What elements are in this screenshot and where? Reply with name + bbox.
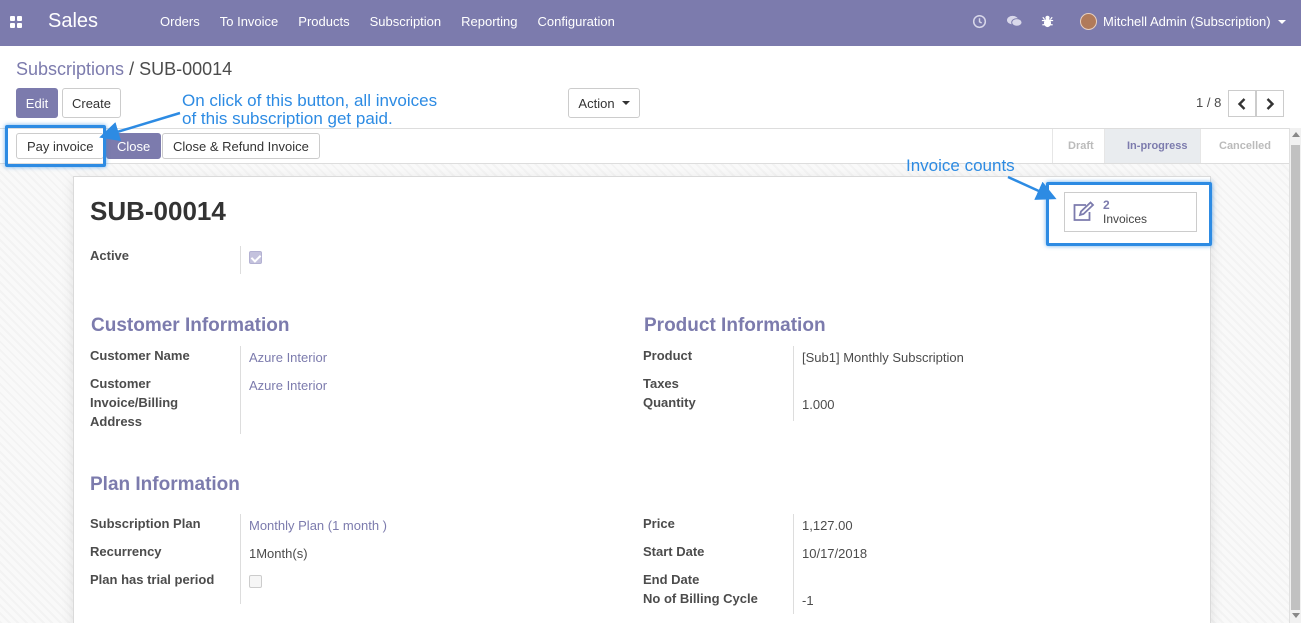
taxes-label: Taxes bbox=[643, 376, 679, 391]
breadcrumb: Subscriptions / SUB-00014 bbox=[16, 59, 232, 80]
messaging-chat-icon[interactable] bbox=[1006, 14, 1023, 31]
user-avatar bbox=[1080, 13, 1097, 30]
breadcrumb-subscriptions[interactable]: Subscriptions bbox=[16, 59, 124, 79]
customer-info-heading: Customer Information bbox=[91, 315, 290, 336]
menu-reporting[interactable]: Reporting bbox=[451, 14, 527, 29]
start-date-label: Start Date bbox=[643, 544, 705, 559]
price-label: Price bbox=[643, 516, 675, 531]
breadcrumb-current: SUB-00014 bbox=[139, 59, 233, 79]
annotation-line: of this subscription get paid. bbox=[182, 109, 393, 128]
action-label: Action bbox=[578, 95, 615, 111]
menu-products[interactable]: Products bbox=[288, 14, 359, 29]
subscription-plan-value[interactable]: Monthly Plan (1 month ) bbox=[249, 516, 387, 535]
trial-period-label: Plan has trial period bbox=[90, 572, 215, 587]
pay-invoice-annotation: On click of this button, all invoices of… bbox=[182, 92, 437, 128]
invoice-count-annotation: Invoice counts bbox=[906, 156, 1015, 175]
start-date-value: 10/17/2018 bbox=[802, 546, 868, 561]
menu-configuration[interactable]: Configuration bbox=[528, 14, 625, 29]
chevron-left-icon bbox=[1237, 97, 1246, 110]
product-value: [Sub1] Monthly Subscription bbox=[802, 350, 964, 365]
annotation-line: On click of this button, all invoices bbox=[182, 91, 438, 110]
active-checkbox[interactable] bbox=[249, 251, 262, 264]
edit-button[interactable]: Edit bbox=[16, 88, 58, 118]
active-label: Active bbox=[90, 248, 130, 263]
form-sheet bbox=[73, 176, 1211, 623]
scroll-down-arrow-icon[interactable] bbox=[1292, 613, 1300, 618]
billing-cycle-value: -1 bbox=[802, 593, 814, 608]
stage-draft[interactable]: Draft bbox=[1052, 129, 1104, 163]
record-title: SUB-00014 bbox=[90, 196, 226, 226]
app-name: Sales bbox=[48, 10, 99, 32]
field-divider bbox=[793, 346, 794, 421]
billing-address-value[interactable]: Azure Interior bbox=[249, 376, 327, 395]
plan-info-heading: Plan Information bbox=[90, 474, 240, 495]
billing-cycle-label: No of Billing Cycle bbox=[643, 591, 758, 606]
pager-value[interactable]: 1 / 8 bbox=[1196, 95, 1221, 110]
user-menu[interactable]: Mitchell Admin (Subscription) bbox=[1080, 13, 1286, 30]
quantity-value: 1.000 bbox=[802, 397, 835, 412]
menu-to-invoice[interactable]: To Invoice bbox=[210, 14, 289, 29]
menu-orders[interactable]: Orders bbox=[150, 14, 210, 29]
field-divider bbox=[240, 346, 241, 434]
scroll-up-arrow-icon[interactable] bbox=[1292, 132, 1300, 137]
billing-address-label-line: Customer bbox=[90, 376, 151, 391]
breadcrumb-separator: / bbox=[129, 59, 135, 79]
create-button[interactable]: Create bbox=[62, 88, 121, 118]
recurrency-label: Recurrency bbox=[90, 544, 162, 559]
user-name: Mitchell Admin (Subscription) bbox=[1103, 14, 1271, 29]
customer-name-value[interactable]: Azure Interior bbox=[249, 348, 327, 367]
stage-pipeline: Draft In-progress Cancelled bbox=[1052, 129, 1289, 163]
trial-period-checkbox[interactable] bbox=[249, 575, 262, 588]
customer-name-label: Customer Name bbox=[90, 348, 190, 363]
pager-previous-button[interactable] bbox=[1228, 90, 1256, 117]
close-refund-invoice-button[interactable]: Close & Refund Invoice bbox=[162, 133, 320, 159]
top-navbar: Sales Orders To Invoice Products Subscri… bbox=[0, 0, 1301, 46]
price-value: 1,127.00 bbox=[802, 518, 853, 533]
action-dropdown[interactable]: Action bbox=[568, 88, 640, 118]
product-label: Product bbox=[643, 348, 693, 363]
end-date-label: End Date bbox=[643, 572, 700, 587]
stage-cancelled[interactable]: Cancelled bbox=[1200, 129, 1289, 163]
quantity-label: Quantity bbox=[643, 395, 696, 410]
billing-address-label-line: Address bbox=[90, 414, 143, 429]
field-divider bbox=[240, 514, 241, 604]
scrollbar-thumb[interactable] bbox=[1291, 145, 1300, 610]
field-divider bbox=[240, 246, 241, 274]
action-caret-icon bbox=[621, 101, 630, 105]
debug-bug-icon[interactable] bbox=[1040, 14, 1057, 31]
pager-next-button[interactable] bbox=[1256, 90, 1284, 117]
recurrency-value: 1Month(s) bbox=[249, 546, 308, 561]
menu-subscription[interactable]: Subscription bbox=[360, 14, 452, 29]
billing-address-label-line: Invoice/Billing bbox=[90, 395, 179, 410]
apps-menu-icon[interactable] bbox=[10, 16, 24, 30]
close-button[interactable]: Close bbox=[106, 133, 162, 159]
activity-clock-icon[interactable] bbox=[972, 14, 989, 31]
chevron-right-icon bbox=[1266, 97, 1275, 110]
invoices-highlight bbox=[1046, 182, 1212, 246]
main-menu: Orders To Invoice Products Subscription … bbox=[150, 14, 625, 29]
subscription-plan-label: Subscription Plan bbox=[90, 516, 201, 531]
user-caret-icon bbox=[1277, 19, 1286, 24]
pay-invoice-highlight bbox=[5, 125, 106, 167]
billing-address-label: Customer Invoice/Billing Address bbox=[90, 374, 178, 431]
systray bbox=[972, 14, 1074, 31]
product-info-heading: Product Information bbox=[644, 315, 826, 336]
stage-in-progress[interactable]: In-progress bbox=[1104, 129, 1200, 163]
field-divider bbox=[793, 514, 794, 614]
